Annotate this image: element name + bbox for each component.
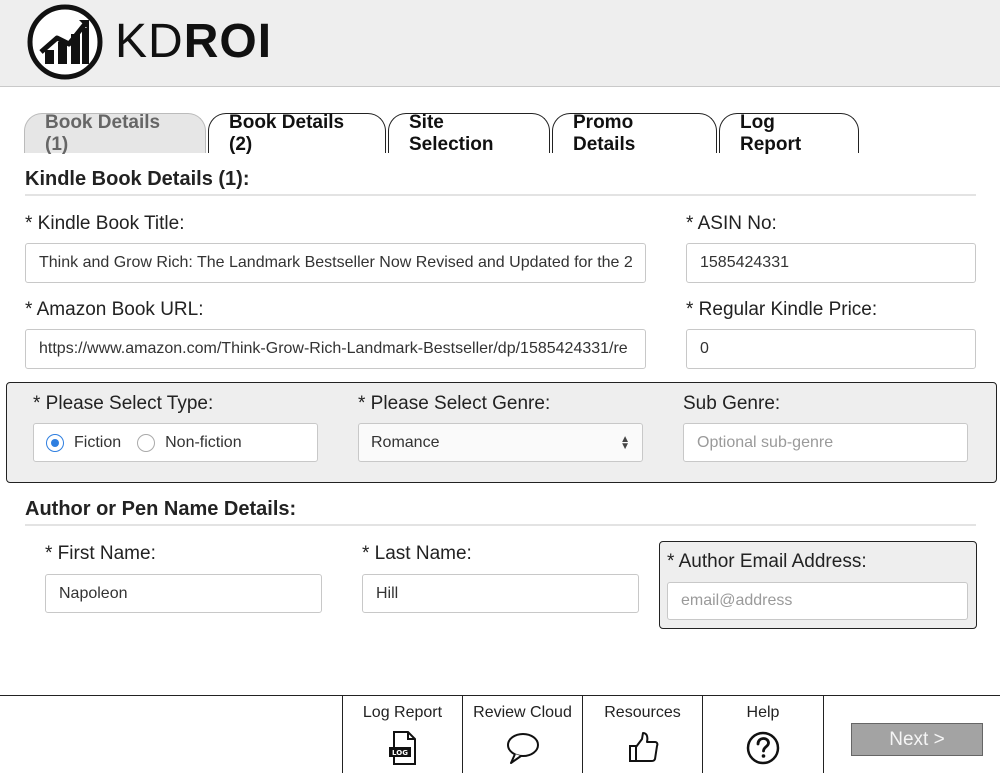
footer-log-report-button[interactable]: Log Report LOG [342,696,462,773]
kdroi-logo[interactable]: KDROI [27,4,272,80]
amazon-url-label: * Amazon Book URL: [25,299,204,320]
book-title-label: * Kindle Book Title: [25,213,185,234]
first-name-label: * First Name: [45,543,156,564]
tab-promo-details[interactable]: Promo Details [552,112,717,155]
next-button[interactable]: Next > [851,723,983,756]
first-name-input[interactable]: Napoleon [45,574,322,613]
app-header: KDROI [0,0,1000,87]
log-file-icon: LOG [388,731,416,765]
email-label: * Author Email Address: [667,551,867,572]
footer-bar: Log Report LOG Review Cloud Resources He… [0,695,1000,773]
brand-kd: KD [115,15,184,68]
review-cloud-label: Review Cloud [473,704,572,721]
price-label: * Regular Kindle Price: [686,299,878,320]
section-divider [25,194,976,196]
tab-site-selection[interactable]: Site Selection [388,112,550,155]
log-icon-text: LOG [392,749,408,757]
select-arrows-icon: ▲ ▼ [620,433,630,452]
footer-help-button[interactable]: Help [702,696,824,773]
type-radio-group: Fiction Non-fiction [33,423,318,462]
footer-resources-button[interactable]: Resources [582,696,702,773]
fiction-radio-label[interactable]: Fiction [74,434,121,452]
kindle-section-title: Kindle Book Details (1): [25,168,250,190]
subgenre-label: Sub Genre: [683,393,781,414]
help-label: Help [746,704,780,721]
book-title-input[interactable]: Think and Grow Rich: The Landmark Bestse… [25,243,646,283]
tab-book-details-2[interactable]: Book Details (2) [208,112,386,155]
nonfiction-radio[interactable] [137,433,156,452]
last-name-label: * Last Name: [362,543,472,564]
type-label: * Please Select Type: [33,393,214,414]
genre-select[interactable]: Romance ▲ ▼ [358,423,643,462]
speech-bubble-icon [506,733,539,764]
footer-review-cloud-button[interactable]: Review Cloud [462,696,582,773]
nonfiction-radio-label[interactable]: Non-fiction [165,434,241,452]
genre-label: * Please Select Genre: [358,393,551,414]
author-section-title: Author or Pen Name Details: [25,498,297,520]
resources-label: Resources [604,704,681,721]
price-input[interactable]: 0 [686,329,976,369]
subgenre-input[interactable]: Optional sub-genre [683,423,968,462]
thumbs-up-icon [628,732,658,762]
genre-select-value: Romance [371,433,440,451]
tab-book-details-1[interactable]: Book Details (1) [24,112,206,155]
email-input[interactable]: email@address [667,582,968,620]
asin-label: * ASIN No: [686,213,777,234]
amazon-url-input[interactable]: https://www.amazon.com/Think-Grow-Rich-L… [25,329,646,369]
growth-chart-logo-icon [27,4,103,80]
log-report-label: Log Report [362,704,443,721]
step-tabs: Book Details (1) Book Details (2) Site S… [24,112,861,155]
question-mark-icon [746,731,780,765]
last-name-input[interactable]: Hill [362,574,639,613]
brand-name: KDROI [115,18,272,66]
fiction-radio[interactable] [46,433,64,452]
asin-input[interactable]: 1585424331 [686,243,976,283]
brand-roi: ROI [183,15,273,68]
tab-log-report[interactable]: Log Report [719,112,859,155]
section-divider [25,524,976,526]
